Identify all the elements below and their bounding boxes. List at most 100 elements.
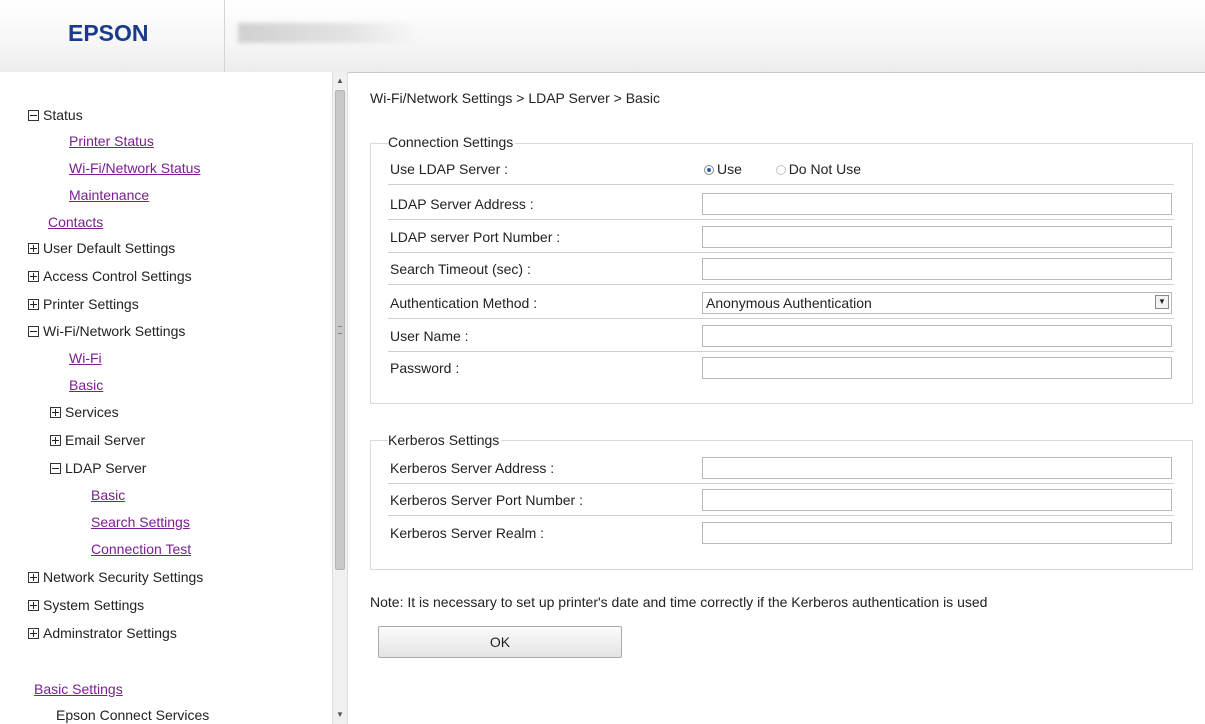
sidebar-item-network-security-settings[interactable]: Network Security Settings [28, 565, 203, 589]
sidebar-item-label: System Settings [43, 597, 145, 613]
sidebar-item-system-settings[interactable]: System Settings [28, 593, 144, 617]
sidebar-item-ldap-basic[interactable]: Basic [91, 483, 125, 507]
sidebar-item-wifi-network-status[interactable]: Wi-Fi/Network Status [69, 156, 200, 180]
sidebar-item-label: Email Server [65, 432, 146, 448]
sidebar-item-network-basic[interactable]: Basic [69, 373, 103, 397]
sidebar-item-maintenance[interactable]: Maintenance [69, 183, 149, 207]
auth-method-value: Anonymous Authentication [706, 295, 872, 311]
search-timeout-label: Search Timeout (sec) : [390, 261, 531, 277]
kerberos-note: Note: It is necessary to set up printer'… [370, 594, 988, 610]
plus-box-icon[interactable] [28, 299, 39, 310]
sidebar-item-access-control-settings[interactable]: Access Control Settings [28, 264, 192, 288]
sidebar-item-epson-connect-services[interactable]: Epson Connect Services [56, 703, 209, 724]
sidebar-item-label[interactable]: Search Settings [91, 514, 190, 530]
ldap-server-address-field[interactable] [702, 193, 1172, 215]
kerberos-settings-legend: Kerberos Settings [388, 432, 502, 448]
plus-box-icon[interactable] [28, 271, 39, 282]
sidebar-item-label: Adminstrator Settings [43, 625, 177, 641]
use-ldap-row: Use LDAP Server : Use Do Not Use [388, 155, 1174, 185]
user-name-row: User Name : [388, 322, 1174, 352]
sidebar-item-label: Printer Settings [43, 296, 139, 312]
sidebar-item-label: Epson Connect Services [56, 707, 210, 723]
plus-box-icon[interactable] [28, 600, 39, 611]
ldap-port-label: LDAP server Port Number : [390, 229, 561, 245]
sidebar-item-search-settings[interactable]: Search Settings [91, 510, 190, 534]
sidebar-item-email-server[interactable]: Email Server [50, 428, 145, 452]
sidebar-item-label[interactable]: Basic [69, 377, 103, 393]
sidebar-item-printer-status[interactable]: Printer Status [69, 129, 154, 153]
radio-use[interactable]: Use [704, 161, 742, 177]
sidebar-item-label[interactable]: Wi-Fi/Network Status [69, 160, 200, 176]
kerberos-port-field[interactable] [702, 489, 1172, 511]
ldap-server-address-label: LDAP Server Address : [390, 196, 534, 212]
radio-do-not-use-label[interactable]: Do Not Use [789, 161, 861, 177]
sidebar-scrollbar[interactable]: ▲ ▼ [332, 72, 348, 724]
use-ldap-options: Use Do Not Use [704, 161, 861, 177]
logo-cell: EPSON [0, 0, 225, 72]
sidebar-item-printer-settings[interactable]: Printer Settings [28, 292, 139, 316]
sidebar-item-label: Status [43, 107, 83, 123]
ldap-port-row: LDAP server Port Number : [388, 223, 1174, 253]
sidebar-item-connection-test[interactable]: Connection Test [91, 537, 191, 561]
sidebar-item-label[interactable]: Basic [91, 487, 125, 503]
kerberos-realm-row: Kerberos Server Realm : [388, 519, 1174, 549]
radio-checked-icon[interactable] [704, 165, 714, 175]
auth-method-row: Authentication Method : Anonymous Authen… [388, 289, 1174, 319]
user-name-field[interactable] [702, 325, 1172, 347]
kerberos-realm-label: Kerberos Server Realm : [390, 525, 545, 541]
kerberos-server-address-label: Kerberos Server Address : [390, 460, 555, 476]
sidebar-item-label[interactable]: Basic Settings [34, 681, 123, 697]
sidebar-item-label[interactable]: Printer Status [69, 133, 154, 149]
sidebar-item-user-default-settings[interactable]: User Default Settings [28, 236, 175, 260]
password-row: Password : [388, 354, 1174, 384]
ldap-port-field[interactable] [702, 226, 1172, 248]
ldap-server-address-row: LDAP Server Address : [388, 190, 1174, 220]
sidebar-nav: Status Printer Status Wi-Fi/Network Stat… [0, 72, 332, 724]
radio-unchecked-icon[interactable] [775, 165, 786, 175]
sidebar-item-label: User Default Settings [43, 240, 176, 256]
sidebar-item-label[interactable]: Wi-Fi [69, 350, 102, 366]
radio-use-label[interactable]: Use [717, 161, 742, 177]
sidebar-item-ldap-server[interactable]: LDAP Server [50, 456, 146, 480]
password-field[interactable] [702, 357, 1172, 379]
minus-box-icon[interactable] [28, 110, 39, 121]
plus-box-icon[interactable] [50, 435, 61, 446]
plus-box-icon[interactable] [50, 407, 61, 418]
ok-button[interactable]: OK [378, 626, 622, 658]
sidebar-item-label[interactable]: Maintenance [69, 187, 149, 203]
sidebar-item-wifi[interactable]: Wi-Fi [69, 346, 102, 370]
plus-box-icon[interactable] [28, 243, 39, 254]
plus-box-icon[interactable] [28, 572, 39, 583]
sidebar-item-label: Services [65, 404, 119, 420]
scroll-up-arrow-icon[interactable]: ▲ [333, 74, 347, 88]
sidebar-item-label: Network Security Settings [43, 569, 204, 585]
sidebar-item-contacts[interactable]: Contacts [48, 210, 103, 234]
sidebar-item-administrator-settings[interactable]: Adminstrator Settings [28, 621, 177, 645]
auth-method-select[interactable]: Anonymous Authentication ▼ [702, 292, 1172, 314]
kerberos-realm-field[interactable] [702, 522, 1172, 544]
kerberos-server-address-field[interactable] [702, 457, 1172, 479]
minus-box-icon[interactable] [50, 463, 61, 474]
use-ldap-label: Use LDAP Server : [390, 161, 509, 177]
kerberos-port-row: Kerberos Server Port Number : [388, 486, 1174, 516]
kerberos-server-address-row: Kerberos Server Address : [388, 454, 1174, 484]
dropdown-arrow-icon[interactable]: ▼ [1155, 295, 1169, 309]
breadcrumb: Wi-Fi/Network Settings > LDAP Server > B… [370, 90, 660, 106]
sidebar-item-label: LDAP Server [65, 460, 147, 476]
sidebar-item-wifi-network-settings[interactable]: Wi-Fi/Network Settings [28, 319, 185, 343]
search-timeout-field[interactable] [702, 258, 1172, 280]
scroll-down-arrow-icon[interactable]: ▼ [333, 708, 347, 722]
radio-do-not-use[interactable]: Do Not Use [775, 161, 861, 177]
scroll-thumb[interactable] [335, 90, 345, 570]
password-label: Password : [390, 360, 460, 376]
sidebar-item-label[interactable]: Contacts [48, 214, 103, 230]
sidebar-item-services[interactable]: Services [50, 400, 119, 424]
sidebar-item-basic-settings[interactable]: Basic Settings [34, 677, 123, 701]
connection-settings-legend: Connection Settings [388, 134, 516, 150]
minus-box-icon[interactable] [28, 326, 39, 337]
sidebar-item-status[interactable]: Status [28, 103, 83, 127]
kerberos-port-label: Kerberos Server Port Number : [390, 492, 583, 508]
sidebar-item-label[interactable]: Connection Test [91, 541, 191, 557]
model-name [238, 23, 418, 43]
plus-box-icon[interactable] [28, 628, 39, 639]
